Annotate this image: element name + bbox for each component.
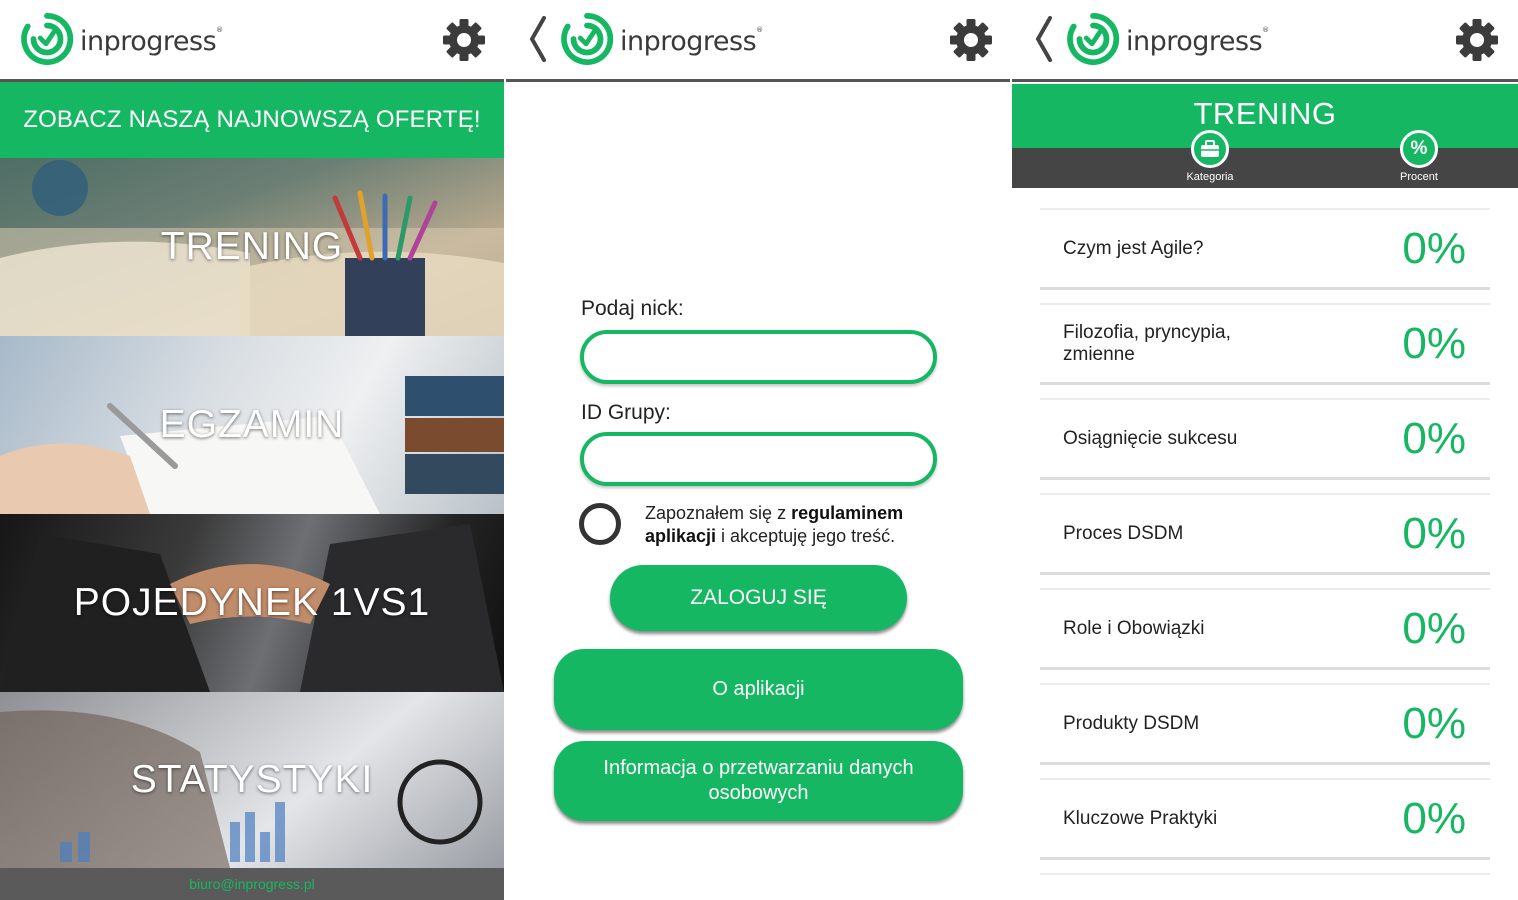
app-header: inprogress® [1012,0,1518,80]
category-name: Produkty DSDM [1063,712,1200,734]
group-id-input[interactable] [580,432,937,486]
login-screen: inprogress® Podaj nick: ID Grupy: Zapozn… [506,0,1010,900]
sort-by-category-button[interactable]: Kategoria [1175,130,1245,183]
terms-accept-radio[interactable] [579,503,621,545]
category-percent: 0% [1402,413,1466,463]
tile-pojedynek-label: POJEDYNEK 1VS1 [73,581,431,624]
settings-gear-icon[interactable] [949,18,993,62]
brand-logo: inprogress® [1066,12,1269,66]
nick-label: Podaj nick: [581,297,684,320]
category-name: Proces DSDM [1063,522,1184,544]
category-percent: 0% [1402,318,1466,368]
contact-email-link[interactable]: biuro@inprogress.pl [0,868,504,900]
header-divider [506,79,1010,82]
offer-banner[interactable]: ZOBACZ NASZĄ NAJNOWSZĄ OFERTĘ! [0,82,504,158]
home-screen: inprogress® ZOBACZ NASZĄ NAJNOWSZĄ OFERT… [0,0,504,900]
logo-mark-icon [560,12,614,66]
back-chevron-icon[interactable] [1032,14,1056,64]
category-row[interactable]: Filozofia, pryncypia, zmienne 0% [1040,303,1490,385]
nick-input[interactable] [580,330,937,384]
sort-percent-label: Procent [1400,171,1438,183]
logo-mark-icon [20,12,74,66]
tile-statystyki[interactable]: STATYSTYKI [0,692,504,868]
category-row[interactable]: Role i Obowiązki 0% [1040,588,1490,670]
trademark-mark: ® [756,25,763,34]
category-percent: 0% [1402,223,1466,273]
category-name: Filozofia, pryncypia, zmienne [1063,321,1231,365]
app-header: inprogress® [506,0,1010,80]
category-name: Osiągnięcie sukcesu [1063,427,1238,449]
sort-bar: Kategoria % Procent [1012,130,1518,188]
tile-statystyki-label: STATYSTYKI [130,758,374,801]
sort-category-label: Kategoria [1186,171,1234,183]
category-name: Role i Obowiązki [1063,617,1205,639]
brand-name: inprogress [80,25,217,57]
category-row[interactable]: Kluczowe Praktyki 0% [1040,778,1490,860]
group-id-label: ID Grupy: [581,401,671,424]
category-row[interactable]: Proces DSDM 0% [1040,493,1490,575]
category-percent: 0% [1402,603,1466,653]
percent-icon: % [1400,130,1438,168]
brand-logo: inprogress® [560,12,763,66]
terms-prefix: Zapoznałem się z [645,503,792,523]
brand-name: inprogress [620,25,757,57]
category-percent: 0% [1402,793,1466,843]
category-row[interactable]: Osiągnięcie sukcesu 0% [1040,398,1490,480]
tile-egzamin[interactable]: EGZAMIN [0,336,504,514]
category-percent: 0% [1402,508,1466,558]
tile-pojedynek[interactable]: POJEDYNEK 1VS1 [0,514,504,692]
brand-name: inprogress [1126,25,1263,57]
tile-trening[interactable]: TRENING [0,158,504,336]
terms-text: Zapoznałem się z regulaminem aplikacji i… [645,502,955,548]
category-name: Kluczowe Praktyki [1063,807,1218,829]
brand-logo: inprogress® [20,12,223,66]
app-header: inprogress® [0,0,504,80]
back-chevron-icon[interactable] [526,14,550,64]
privacy-info-button[interactable]: Informacja o przetwarzaniu danych osobow… [554,741,963,821]
category-row[interactable]: Czym jest Agile? 0% [1040,208,1490,290]
about-app-button[interactable]: O aplikacji [554,649,963,730]
sort-by-percent-button[interactable]: % Procent [1384,130,1454,183]
category-row[interactable]: Produkty DSDM 0% [1040,683,1490,765]
category-row-partial[interactable] [1040,873,1490,900]
training-screen: inprogress® TRENING Kategoria % Procent … [1012,0,1518,900]
terms-suffix: i akceptuję jego treść. [716,526,896,546]
login-button[interactable]: ZALOGUJ SIĘ [610,565,907,631]
briefcase-icon [1191,130,1229,168]
settings-gear-icon[interactable] [1455,18,1499,62]
settings-gear-icon[interactable] [442,18,486,62]
header-divider [1012,79,1518,82]
tile-egzamin-label: EGZAMIN [159,403,345,446]
logo-mark-icon [1066,12,1120,66]
trademark-mark: ® [1262,25,1269,34]
trademark-mark: ® [216,25,223,34]
category-percent: 0% [1402,698,1466,748]
category-name: Czym jest Agile? [1063,237,1204,259]
tile-trening-label: TRENING [160,225,344,268]
